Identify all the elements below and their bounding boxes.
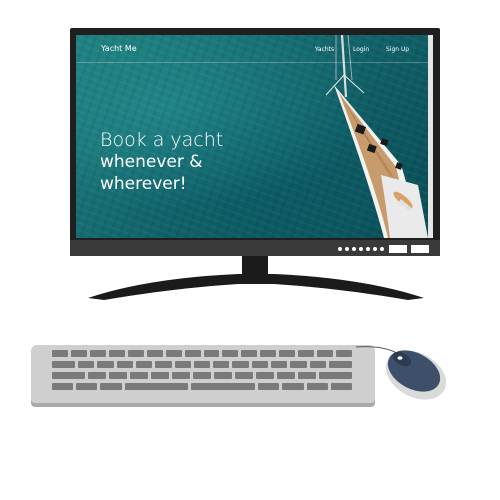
key[interactable] [317,350,334,357]
key[interactable] [135,361,153,368]
key[interactable] [100,383,122,390]
key[interactable] [336,350,352,357]
key[interactable] [150,372,169,379]
key[interactable] [52,350,68,357]
monitor-button-dot[interactable] [338,247,342,251]
key[interactable] [260,350,277,357]
monitor-control-strip [70,240,440,256]
key[interactable] [241,350,258,357]
key[interactable] [329,361,352,368]
key[interactable] [271,361,288,368]
hero-heading-line2: whenever & [100,152,203,172]
key[interactable] [129,372,148,379]
key[interactable] [155,361,172,368]
key[interactable] [214,372,233,379]
key[interactable] [282,383,304,390]
key[interactable] [330,383,353,390]
keyboard-row [52,361,352,368]
key[interactable] [70,350,87,357]
key[interactable] [184,350,201,357]
keyboard-row [52,383,353,390]
key[interactable] [213,361,230,368]
monitor-stand-base [88,274,424,300]
key[interactable] [319,372,352,379]
key[interactable] [298,372,317,379]
key[interactable] [279,350,296,357]
website-screen: Yacht Me Yachts Login Sign Up Book a yac… [76,35,433,238]
nav-login-link[interactable]: Login [353,46,369,53]
key[interactable] [97,361,114,368]
monitor-button-dot[interactable] [352,247,356,251]
key[interactable] [277,372,296,379]
key[interactable] [116,361,133,368]
key[interactable] [171,372,190,379]
key[interactable] [290,361,307,368]
key[interactable] [108,350,125,357]
hero-heading-line3: wherever! [100,174,187,194]
keyboard-row [52,350,352,357]
brand-logo[interactable]: Yacht Me [101,44,137,53]
monitor-button-dot[interactable] [380,247,384,251]
key[interactable] [256,372,275,379]
key[interactable] [235,372,254,379]
monitor-button-dot[interactable] [345,247,349,251]
key[interactable] [124,383,189,390]
monitor-button-rect[interactable] [411,245,429,253]
hero-heading-line1: Book a yacht [100,129,224,151]
monitor-button-dot[interactable] [373,247,377,251]
monitor-button-dot[interactable] [366,247,370,251]
key[interactable] [203,350,220,357]
nav-yachts-link[interactable]: Yachts [315,46,334,53]
mouse-icon[interactable] [356,343,456,403]
keyboard-row [52,372,352,379]
key[interactable] [232,361,249,368]
page-scrollbar[interactable] [428,35,433,238]
key[interactable] [108,372,127,379]
nav-signup-link[interactable]: Sign Up [386,46,409,53]
monitor-button-dot[interactable] [359,247,363,251]
key[interactable] [174,361,191,368]
yacht-image [325,35,428,238]
key[interactable] [306,383,328,390]
key[interactable] [89,350,106,357]
key[interactable] [192,372,212,379]
key[interactable] [146,350,163,357]
key[interactable] [309,361,327,368]
key[interactable] [222,350,239,357]
key[interactable] [298,350,315,357]
key[interactable] [251,361,269,368]
key[interactable] [52,361,75,368]
key[interactable] [52,383,74,390]
key[interactable] [87,372,106,379]
navbar-divider [76,62,433,63]
spacebar[interactable] [191,383,256,390]
key[interactable] [258,383,280,390]
key[interactable] [127,350,144,357]
key[interactable] [52,372,85,379]
key[interactable] [165,350,182,357]
key[interactable] [76,383,98,390]
key[interactable] [193,361,211,368]
key[interactable] [77,361,95,368]
monitor-button-rect[interactable] [389,245,407,253]
